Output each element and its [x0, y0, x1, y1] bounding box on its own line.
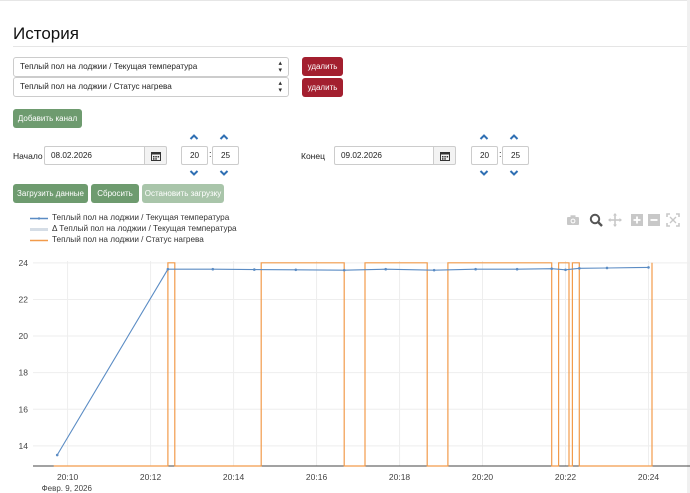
legend-line-heating — [30, 239, 48, 242]
heating-status-series-line — [53, 262, 653, 467]
temperature-data-point — [550, 267, 553, 270]
title-divider — [13, 46, 687, 47]
stop-loading-button[interactable]: Остановить загрузку — [142, 184, 224, 203]
y-tick-label: 14 — [19, 441, 29, 451]
zoom-out-icon[interactable] — [647, 213, 661, 227]
delete-channel-2-button[interactable]: удалить — [302, 78, 343, 97]
x-tick-label: 20:14 — [223, 472, 245, 482]
end-hour-up-icon[interactable] — [479, 133, 489, 141]
channel-select-1-value: Теплый пол на лоджии / Текущая температу… — [20, 62, 198, 71]
x-tick-label: 20:22 — [555, 472, 577, 482]
temperature-data-point — [578, 267, 581, 270]
select-arrows-icon: ▴ ▾ — [278, 80, 282, 94]
temperature-data-point — [55, 453, 59, 457]
start-minute-input[interactable]: 25 — [212, 146, 239, 165]
temperature-data-point — [515, 267, 519, 271]
x-tick-label: 20:10 — [57, 472, 79, 482]
pan-icon[interactable] — [608, 213, 622, 227]
start-minute-up-icon[interactable] — [219, 133, 229, 141]
channel-select-2-value: Теплый пол на лоджии / Статус нагрева — [20, 82, 172, 91]
temperature-data-point — [253, 268, 256, 271]
camera-icon[interactable] — [566, 213, 580, 227]
temperature-data-point — [342, 268, 346, 272]
end-hour-input[interactable]: 20 — [471, 146, 498, 165]
start-calendar-button[interactable] — [145, 146, 167, 165]
y-tick-label: 18 — [19, 368, 29, 378]
channel-select-2[interactable]: Теплый пол на лоджии / Статус нагрева ▴ ▾ — [13, 77, 289, 97]
y-tick-label: 20 — [19, 331, 29, 341]
page-title: История — [13, 24, 79, 43]
temperature-data-point — [166, 267, 170, 271]
temperature-data-point — [564, 268, 567, 272]
history-chart[interactable]: 20:10 20:12 20:14 20:16 20:18 20:20 20:22 20:24… — [0, 250, 690, 493]
temperature-data-point — [211, 267, 215, 271]
zoom-icon[interactable] — [589, 213, 603, 227]
end-label: Конец — [301, 151, 325, 161]
calendar-icon — [151, 152, 161, 161]
channel-select-1[interactable]: Теплый пол на лоджии / Текущая температу… — [13, 57, 289, 77]
legend-label: Теплый пол на лоджии / Статус нагрева — [52, 235, 204, 244]
x-tick-label: 20:24 — [638, 472, 660, 482]
start-hour-input[interactable]: 20 — [181, 146, 208, 165]
zoom-in-icon[interactable] — [630, 213, 644, 227]
end-minute-input[interactable]: 25 — [502, 146, 529, 165]
load-data-button[interactable]: Загрузить данные — [13, 184, 88, 203]
start-hour-up-icon[interactable] — [189, 133, 199, 141]
end-minute-up-icon[interactable] — [509, 133, 519, 141]
legend-label: Δ Теплый пол на лоджии / Текущая темпера… — [52, 224, 237, 233]
start-label: Начало — [13, 151, 43, 161]
temperature-series-line — [56, 266, 649, 456]
end-calendar-button[interactable] — [434, 146, 456, 165]
end-date-input[interactable]: 09.02.2026 — [334, 146, 434, 165]
temperature-data-point — [384, 267, 388, 271]
x-tick-label: 20:20 — [472, 472, 494, 482]
top-border — [0, 0, 690, 1]
legend-band-delta — [30, 228, 48, 231]
start-hour-down-icon[interactable] — [189, 169, 199, 177]
end-hour-down-icon[interactable] — [479, 169, 489, 177]
x-tick-label: 20:16 — [306, 472, 328, 482]
reset-button[interactable]: Сбросить — [91, 184, 139, 203]
temperature-data-point — [432, 268, 436, 272]
start-minute-down-icon[interactable] — [219, 169, 229, 177]
x-tick-label: 20:12 — [140, 472, 162, 482]
calendar-icon — [440, 152, 450, 161]
x-date-label: Февр. 9, 2026 — [42, 484, 93, 493]
legend-line-temperature — [30, 217, 48, 220]
temperature-data-point — [647, 266, 650, 269]
y-tick-label: 22 — [19, 294, 29, 304]
temperature-data-point — [474, 267, 477, 271]
y-tick-label: 24 — [19, 258, 29, 268]
autoscale-icon[interactable] — [666, 213, 680, 227]
temperature-data-point — [294, 268, 298, 272]
add-channel-button[interactable]: Добавить канал — [13, 109, 82, 128]
start-date-input[interactable]: 08.02.2026 — [44, 146, 145, 165]
temperature-data-point — [605, 266, 609, 270]
y-tick-label: 16 — [19, 404, 29, 414]
select-arrows-icon: ▴ ▾ — [278, 60, 282, 74]
x-tick-label: 20:18 — [389, 472, 411, 482]
delete-channel-1-button[interactable]: удалить — [302, 57, 343, 76]
legend-label: Теплый пол на лоджии / Текущая температу… — [52, 213, 230, 222]
end-minute-down-icon[interactable] — [509, 169, 519, 177]
